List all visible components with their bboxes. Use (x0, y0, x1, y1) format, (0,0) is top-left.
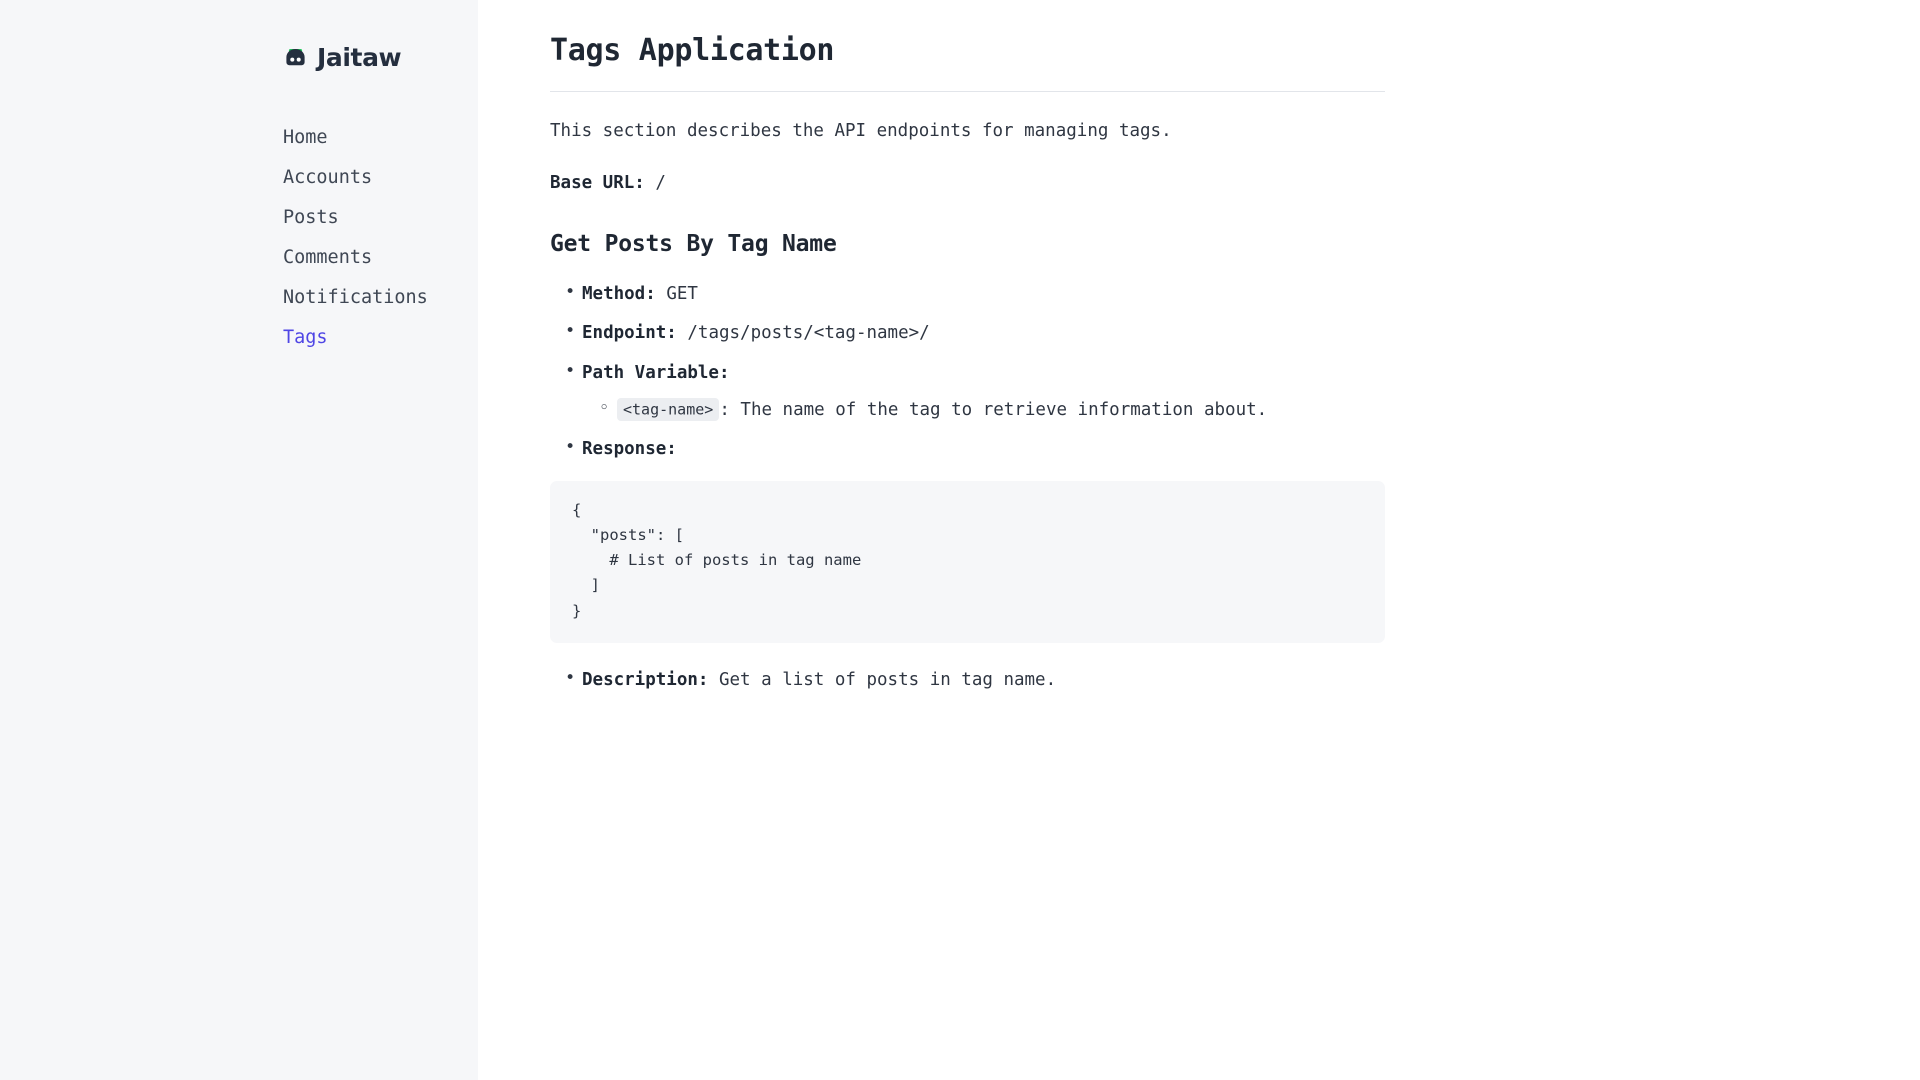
description-label: Description: (582, 670, 708, 690)
spec-item-path-variable: Path Variable: <tag-name>: The name of t… (582, 359, 1385, 424)
sidebar-item-posts[interactable]: Posts (0, 198, 478, 238)
spec-label-path-variable: Path Variable: (582, 363, 730, 383)
spec-item-method: Method: GET (582, 280, 1385, 308)
sidebar-item-notifications[interactable]: Notifications (0, 278, 478, 318)
description-value: Get a list of posts in tag name. (719, 670, 1056, 690)
brand-name: Jaitaw (317, 45, 401, 70)
path-variable-description: The name of the tag to retrieve informat… (740, 400, 1267, 420)
base-url-label: Base URL: (550, 173, 645, 193)
base-url-value: / (655, 173, 666, 193)
endpoint-spec-list: Method: GET Endpoint: /tags/posts/<tag-n… (550, 280, 1385, 464)
spec-item-endpoint: Endpoint: /tags/posts/<tag-name>/ (582, 319, 1385, 347)
page-title: Tags Application (550, 32, 1385, 70)
title-divider (550, 91, 1385, 92)
page-root: Jaitaw Home Accounts Posts Comments Noti… (0, 0, 1920, 1080)
doc-article: Tags Application This section describes … (550, 32, 1385, 694)
spec-value-method: GET (666, 284, 698, 304)
path-variable-code: <tag-name> (617, 398, 719, 421)
spec-item-response: Response: (582, 435, 1385, 463)
path-variable-list: <tag-name>: The name of the tag to retri… (582, 396, 1385, 424)
bot-head-icon (283, 45, 308, 70)
spec-label-response: Response: (582, 439, 677, 459)
sidebar-item-accounts[interactable]: Accounts (0, 158, 478, 198)
sidebar-item-comments[interactable]: Comments (0, 238, 478, 278)
spec-label-method: Method: (582, 284, 656, 304)
brand-logo[interactable]: Jaitaw (0, 40, 478, 74)
sidebar: Jaitaw Home Accounts Posts Comments Noti… (0, 0, 478, 1080)
sidebar-nav: Home Accounts Posts Comments Notificatio… (0, 118, 478, 358)
description-item: Description: Get a list of posts in tag … (582, 666, 1385, 694)
description-list: Description: Get a list of posts in tag … (550, 666, 1385, 694)
sidebar-item-tags[interactable]: Tags (0, 318, 478, 358)
main-content: Tags Application This section describes … (478, 0, 1920, 1080)
response-code-text: { "posts": [ # List of posts in tag name… (572, 498, 1363, 624)
response-code-block: { "posts": [ # List of posts in tag name… (550, 481, 1385, 643)
path-variable-separator: : (719, 400, 730, 420)
spec-label-endpoint: Endpoint: (582, 323, 677, 343)
intro-paragraph: This section describes the API endpoints… (550, 118, 1385, 145)
base-url-line: Base URL: / (550, 170, 1385, 197)
path-variable-item: <tag-name>: The name of the tag to retri… (617, 396, 1385, 424)
sidebar-item-home[interactable]: Home (0, 118, 478, 158)
section-heading: Get Posts By Tag Name (550, 230, 1385, 260)
spec-value-endpoint: /tags/posts/<tag-name>/ (687, 323, 929, 343)
